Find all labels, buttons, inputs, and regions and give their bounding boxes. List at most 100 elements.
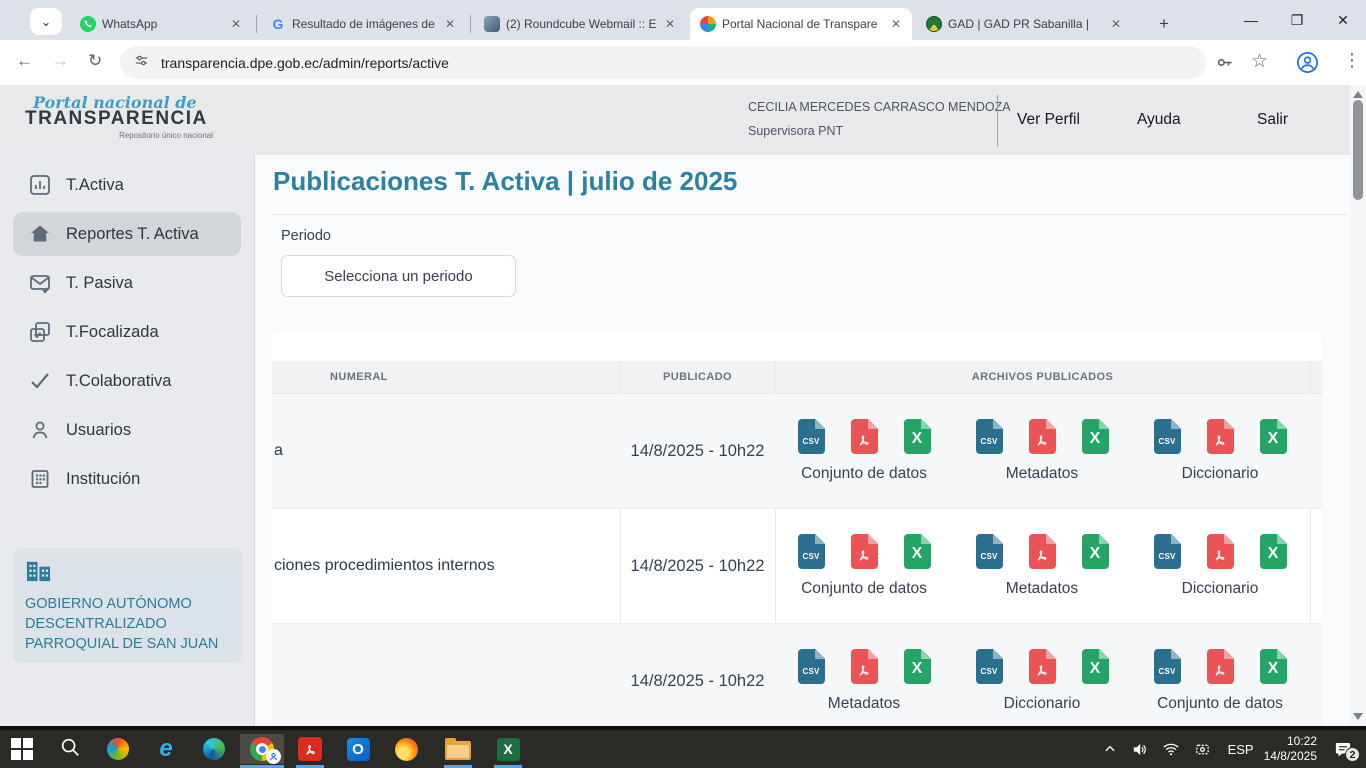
- tab-google-images[interactable]: G Resultado de imágenes de G ✕: [260, 8, 466, 40]
- forward-button[interactable]: →: [52, 51, 69, 71]
- notification-center-icon[interactable]: 2: [1334, 740, 1352, 758]
- period-select[interactable]: Selecciona un periodo: [281, 255, 516, 297]
- sidebar-item-institucion[interactable]: Institución: [13, 457, 241, 501]
- csv-file-icon[interactable]: CSV: [1154, 534, 1181, 569]
- browser-tab-strip: ⌄ WhatsApp ✕ G Resultado de imágenes de …: [0, 0, 1366, 40]
- tray-chevron-up-icon[interactable]: [1103, 742, 1117, 756]
- help-link[interactable]: Ayuda: [1137, 111, 1181, 129]
- csv-file-icon[interactable]: CSV: [976, 649, 1003, 684]
- pdf-file-icon[interactable]: [851, 534, 878, 569]
- scrollbar-thumb[interactable]: [1353, 100, 1363, 200]
- pdf-file-icon[interactable]: [1029, 649, 1056, 684]
- acrobat-button[interactable]: [288, 734, 332, 764]
- csv-file-icon[interactable]: CSV: [1154, 419, 1181, 454]
- csv-file-icon[interactable]: CSV: [1154, 649, 1181, 684]
- institution-name: GOBIERNO AUTÓNOMO DESCENTRALIZADO PARROQ…: [25, 594, 233, 654]
- start-button[interactable]: [0, 734, 44, 764]
- file-explorer-button[interactable]: [436, 734, 480, 764]
- sidebar-item-t-focalizada[interactable]: T.Focalizada: [13, 310, 241, 354]
- excel-file-icon[interactable]: X: [1260, 649, 1287, 684]
- profile-avatar-icon[interactable]: [1296, 51, 1319, 79]
- forward-arrow-icon: →: [52, 51, 69, 70]
- browser-menu-icon[interactable]: ⋮: [1343, 50, 1361, 71]
- csv-file-icon[interactable]: CSV: [798, 649, 825, 684]
- pdf-file-icon[interactable]: [1207, 534, 1234, 569]
- tab-whatsapp[interactable]: WhatsApp ✕: [70, 8, 252, 40]
- user-icon: [28, 418, 52, 442]
- tab-gad[interactable]: GAD | GAD PR Sabanilla | ✕: [916, 8, 1132, 40]
- sidebar-item-t-colaborativa[interactable]: T.Colaborativa: [13, 359, 241, 403]
- taskbar-search-button[interactable]: [48, 734, 92, 764]
- address-bar[interactable]: transparencia.dpe.gob.ec/admin/reports/a…: [120, 46, 1206, 79]
- institution-card[interactable]: GOBIERNO AUTÓNOMO DESCENTRALIZADO PARROQ…: [13, 548, 242, 663]
- tab-search-button[interactable]: ⌄: [30, 8, 62, 35]
- bookmark-star-icon[interactable]: ☆: [1251, 50, 1268, 73]
- csv-label: CSV: [802, 667, 819, 676]
- screen-capture-icon[interactable]: [1194, 741, 1211, 758]
- view-profile-link[interactable]: Ver Perfil: [1017, 111, 1080, 129]
- tune-icon[interactable]: [134, 53, 149, 73]
- scroll-down-icon[interactable]: [1353, 713, 1363, 720]
- excel-file-icon[interactable]: X: [904, 419, 931, 454]
- portal-logo: Portal nacional de TRANSPARENCIA Reposit…: [25, 93, 225, 140]
- edge-button[interactable]: [192, 734, 236, 764]
- tab-portal-active[interactable]: Portal Nacional de Transpare ✕: [690, 8, 912, 40]
- sidebar-item-usuarios[interactable]: Usuarios: [13, 408, 241, 452]
- sidebar-item-t-activa[interactable]: T.Activa: [13, 163, 241, 207]
- file-group: CSV X Metadatos: [953, 419, 1131, 483]
- excel-file-icon[interactable]: X: [904, 649, 931, 684]
- firefox-button[interactable]: [384, 734, 428, 764]
- excel-file-icon[interactable]: X: [1260, 534, 1287, 569]
- pdf-file-icon[interactable]: [851, 419, 878, 454]
- sidebar-item-reportes-t-activa[interactable]: Reportes T. Activa: [13, 212, 241, 256]
- language-indicator[interactable]: ESP: [1228, 742, 1254, 757]
- excel-button[interactable]: X: [486, 734, 530, 764]
- excel-file-icon[interactable]: X: [904, 534, 931, 569]
- csv-file-icon[interactable]: CSV: [976, 534, 1003, 569]
- chrome-button[interactable]: [240, 734, 284, 764]
- csv-label: CSV: [1158, 667, 1175, 676]
- tab-roundcube[interactable]: (2) Roundcube Webmail :: En ✕: [474, 8, 686, 40]
- system-tray: ESP 10:22 14/8/2025 2: [1096, 730, 1366, 768]
- internet-explorer-button[interactable]: e: [144, 734, 188, 764]
- window-maximize-button[interactable]: ❐: [1274, 0, 1320, 40]
- window-minimize-button[interactable]: —: [1228, 0, 1274, 40]
- copy-check-icon: [28, 320, 52, 344]
- new-tab-button[interactable]: +: [1148, 8, 1178, 40]
- excel-file-icon[interactable]: X: [1082, 534, 1109, 569]
- sidebar-item-t-pasiva[interactable]: T. Pasiva: [13, 261, 241, 305]
- url-text[interactable]: transparencia.dpe.gob.ec/admin/reports/a…: [161, 55, 449, 71]
- tab-close-icon[interactable]: ✕: [442, 17, 458, 31]
- copilot-button[interactable]: [96, 734, 140, 764]
- csv-label: CSV: [980, 667, 997, 676]
- window-close-button[interactable]: ✕: [1320, 0, 1366, 40]
- reload-button[interactable]: ↻: [88, 51, 102, 71]
- excel-file-icon[interactable]: X: [1082, 649, 1109, 684]
- excel-file-icon[interactable]: X: [1260, 419, 1287, 454]
- back-button[interactable]: ←: [16, 51, 33, 71]
- logout-link[interactable]: Salir: [1257, 111, 1288, 129]
- edge-icon: [203, 738, 225, 760]
- cell-published: 14/8/2025 - 10h22: [620, 672, 775, 691]
- tab-close-icon[interactable]: ✕: [228, 17, 244, 31]
- pdf-file-icon[interactable]: [1207, 649, 1234, 684]
- pdf-file-icon[interactable]: [1207, 419, 1234, 454]
- csv-file-icon[interactable]: CSV: [976, 419, 1003, 454]
- csv-file-icon[interactable]: CSV: [798, 419, 825, 454]
- volume-icon[interactable]: [1131, 741, 1148, 758]
- tab-close-icon[interactable]: ✕: [888, 17, 904, 31]
- pdf-file-icon[interactable]: [851, 649, 878, 684]
- outlook-button[interactable]: O: [336, 734, 380, 764]
- wifi-icon[interactable]: [1162, 740, 1180, 758]
- csv-file-icon[interactable]: CSV: [798, 534, 825, 569]
- taskbar-clock[interactable]: 10:22 14/8/2025: [1264, 734, 1317, 764]
- pdf-file-icon[interactable]: [1029, 419, 1056, 454]
- passwords-key-icon[interactable]: [1215, 53, 1234, 77]
- page-scrollbar[interactable]: [1350, 85, 1366, 726]
- tab-close-icon[interactable]: ✕: [1108, 17, 1124, 31]
- excel-file-icon[interactable]: X: [1082, 419, 1109, 454]
- excel-app-icon: X: [497, 738, 520, 761]
- scroll-up-icon[interactable]: [1353, 91, 1363, 98]
- pdf-file-icon[interactable]: [1029, 534, 1056, 569]
- tab-close-icon[interactable]: ✕: [662, 17, 678, 31]
